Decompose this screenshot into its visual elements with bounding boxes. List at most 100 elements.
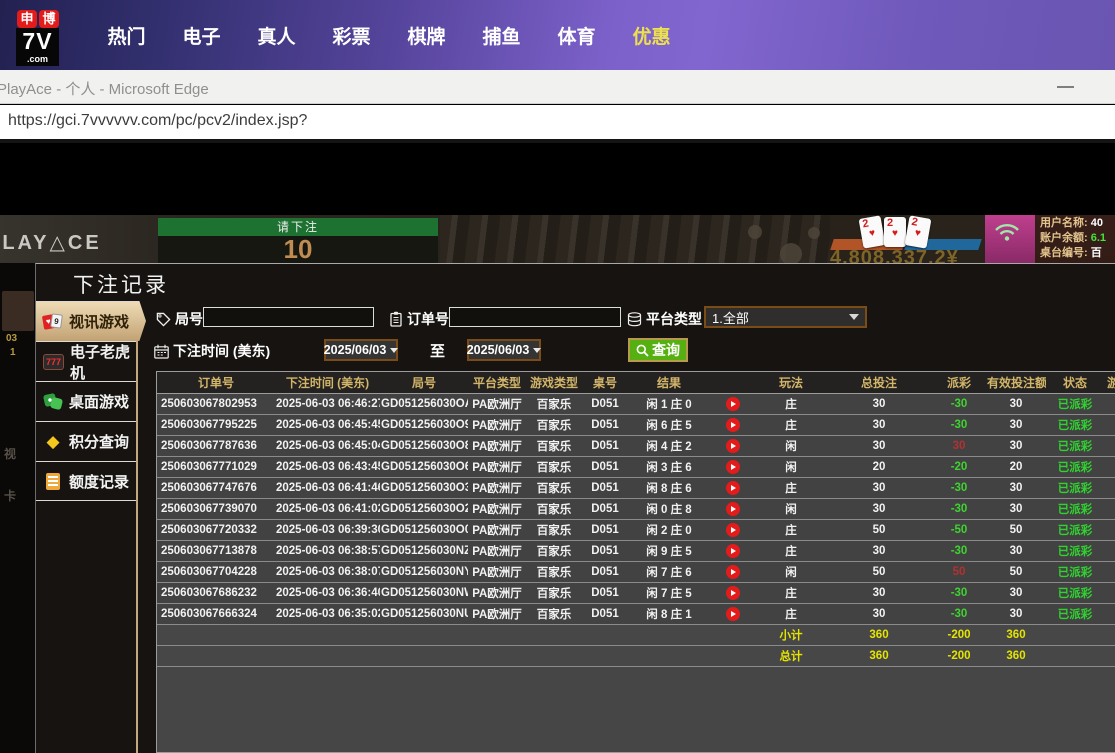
round-no-cell: GD051256030O2 bbox=[380, 498, 468, 519]
table-no-cell: D051 bbox=[582, 603, 628, 624]
empty-cell bbox=[526, 645, 582, 666]
bet-time-cell: 2025-06-03 06:39:30 bbox=[275, 519, 380, 540]
extra-cell bbox=[1104, 603, 1115, 624]
order-no-cell: 250603067739070 bbox=[157, 498, 275, 519]
sidebar-item-3[interactable]: ◆积分查询 bbox=[36, 421, 136, 461]
nav-item-7[interactable]: 优惠 bbox=[614, 22, 689, 49]
sidebar-item-2[interactable]: 桌面游戏 bbox=[36, 381, 136, 421]
nav-item-2[interactable]: 真人 bbox=[239, 22, 314, 49]
round-no-cell: GD051256030NU bbox=[380, 603, 468, 624]
bet-countdown-box: 请下注 10 bbox=[158, 218, 438, 263]
window-title: PlayAce - 个人 - Microsoft Edge bbox=[0, 78, 209, 99]
replay-play-icon[interactable] bbox=[726, 418, 740, 432]
nav-item-1[interactable]: 电子 bbox=[164, 22, 239, 49]
main-content: 局号 订单号 平台类型 1.全部 bbox=[138, 301, 1115, 753]
sidebar-item-0[interactable]: ♥9视讯游戏 bbox=[36, 301, 146, 341]
replay-play-icon[interactable] bbox=[726, 502, 740, 516]
nav-item-0[interactable]: 热门 bbox=[89, 22, 164, 49]
jackpot-value: 4,808,337.2¥ bbox=[830, 247, 959, 263]
date-range-to-label: 至 bbox=[430, 340, 445, 361]
platform-cell: PA欧洲厅 bbox=[468, 498, 526, 519]
user-table-line: 桌台编号: 百 bbox=[1040, 246, 1115, 261]
nav-item-5[interactable]: 捕鱼 bbox=[464, 22, 539, 49]
round-no-cell: GD051256030O3 bbox=[380, 477, 468, 498]
total-bet-cell: 30 bbox=[826, 603, 932, 624]
blurred-scene bbox=[440, 215, 830, 263]
replay-cell bbox=[710, 519, 756, 540]
order-no-cell: 250603067802953 bbox=[157, 393, 275, 414]
address-bar[interactable]: https://gci.7vvvvvv.com/pc/pcv2/index.js… bbox=[0, 105, 1115, 143]
result-cell: 闲 1 庄 0 bbox=[628, 393, 710, 414]
replay-cell bbox=[710, 603, 756, 624]
countdown-value: 10 bbox=[158, 236, 438, 263]
panel-title: 下注记录 bbox=[73, 269, 169, 299]
search-icon bbox=[636, 344, 649, 357]
platform-type-select[interactable]: 1.全部 bbox=[704, 306, 867, 328]
replay-play-icon[interactable] bbox=[726, 397, 740, 411]
table-row: 2506030677390702025-06-03 06:41:02GD0512… bbox=[157, 498, 1115, 519]
site-logo[interactable]: 申 博 7V .com bbox=[16, 10, 61, 66]
total-bet-cell: 50 bbox=[826, 519, 932, 540]
records-table: 订单号下注时间 (美东)局号平台类型游戏类型桌号结果玩法总投注派彩有效投注额状态… bbox=[157, 372, 1115, 667]
play-type-cell: 庄 bbox=[756, 519, 826, 540]
play-type-cell: 庄 bbox=[756, 582, 826, 603]
play-type-cell: 闲 bbox=[756, 456, 826, 477]
replay-play-icon[interactable] bbox=[726, 607, 740, 621]
empty-cell bbox=[1104, 645, 1115, 666]
minimize-icon[interactable] bbox=[1057, 86, 1074, 88]
round-no-input[interactable] bbox=[203, 307, 374, 327]
replay-play-icon[interactable] bbox=[726, 586, 740, 600]
empty-cell bbox=[275, 624, 380, 645]
playace-brand: PLAY△CE bbox=[0, 230, 102, 255]
grand-total-payout: -200 bbox=[932, 645, 986, 666]
records-panel: 下注记录 ♥9视讯游戏777电子老虎机桌面游戏◆积分查询额度记录 局号 订单号 bbox=[35, 263, 1115, 753]
sidebar-item-4[interactable]: 额度记录 bbox=[36, 461, 136, 501]
bet-time-cell: 2025-06-03 06:36:40 bbox=[275, 582, 380, 603]
result-cell: 闲 2 庄 0 bbox=[628, 519, 710, 540]
status-cell: 已派彩 bbox=[1046, 519, 1104, 540]
empty-cell bbox=[582, 624, 628, 645]
game-type-cell: 百家乐 bbox=[526, 540, 582, 561]
extra-cell bbox=[1104, 414, 1115, 435]
replay-play-icon[interactable] bbox=[726, 523, 740, 537]
nav-item-3[interactable]: 彩票 bbox=[314, 22, 389, 49]
order-no-label: 订单号 bbox=[407, 309, 449, 329]
status-cell: 已派彩 bbox=[1046, 582, 1104, 603]
platform-type-label: 平台类型 bbox=[646, 309, 702, 329]
payout-cell: -30 bbox=[932, 540, 986, 561]
replay-play-icon[interactable] bbox=[726, 481, 740, 495]
empty-cell bbox=[380, 624, 468, 645]
status-cell: 已派彩 bbox=[1046, 603, 1104, 624]
subtotal-row: 小计360-200360 bbox=[157, 624, 1115, 645]
replay-play-icon[interactable] bbox=[726, 565, 740, 579]
extra-cell bbox=[1104, 393, 1115, 414]
result-cell: 闲 7 庄 6 bbox=[628, 561, 710, 582]
replay-play-icon[interactable] bbox=[726, 544, 740, 558]
round-no-label-group: 局号 bbox=[156, 309, 203, 329]
replay-play-icon[interactable] bbox=[726, 439, 740, 453]
total-bet-cell: 50 bbox=[826, 561, 932, 582]
date-to-select[interactable]: 2025/06/03 bbox=[467, 339, 541, 361]
nav-item-6[interactable]: 体育 bbox=[539, 22, 614, 49]
chevron-down-icon bbox=[849, 314, 859, 320]
order-no-cell: 250603067713878 bbox=[157, 540, 275, 561]
nav-item-4[interactable]: 棋牌 bbox=[389, 22, 464, 49]
calendar-icon bbox=[154, 344, 169, 359]
round-no-cell: GD051256030O9 bbox=[380, 414, 468, 435]
sidebar-item-label: 额度记录 bbox=[69, 471, 129, 492]
search-button[interactable]: 查询 bbox=[628, 338, 688, 362]
table-no-cell: D051 bbox=[582, 435, 628, 456]
date-from-select[interactable]: 2025/06/03 bbox=[324, 339, 398, 361]
subtotal-label: 小计 bbox=[756, 624, 826, 645]
valid-bet-cell: 20 bbox=[986, 456, 1046, 477]
col-header-0: 订单号 bbox=[157, 372, 275, 393]
sidebar-item-1[interactable]: 777电子老虎机 bbox=[36, 341, 136, 381]
col-header-9: 总投注 bbox=[826, 372, 932, 393]
table-no-cell: D051 bbox=[582, 582, 628, 603]
valid-bet-cell: 30 bbox=[986, 477, 1046, 498]
result-cell: 闲 3 庄 6 bbox=[628, 456, 710, 477]
replay-cell bbox=[710, 498, 756, 519]
replay-play-icon[interactable] bbox=[726, 460, 740, 474]
order-no-input[interactable] bbox=[449, 307, 621, 327]
replay-cell bbox=[710, 435, 756, 456]
